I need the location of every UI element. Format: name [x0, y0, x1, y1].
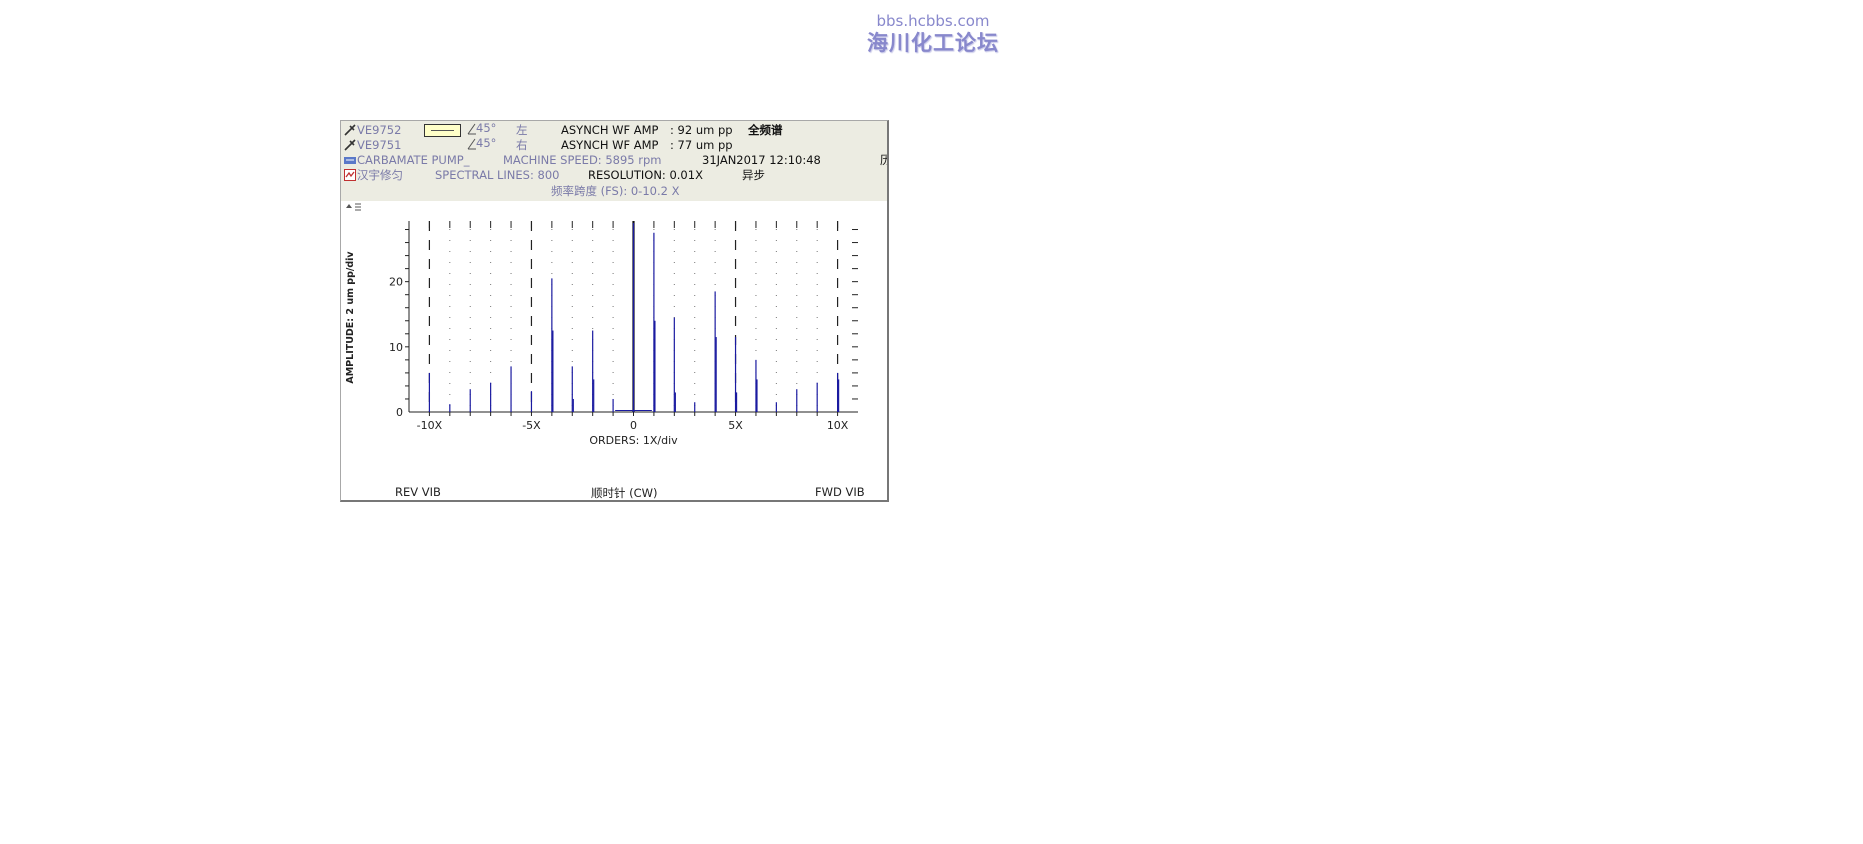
x-axis-title: ORDERS: 1X/div	[589, 434, 678, 447]
frequency-span: 频率跨度 (FS): 0-10.2 X	[551, 184, 680, 198]
footer-fwd-vib: FWD VIB	[815, 485, 865, 499]
probe1-angle: 45°	[476, 121, 497, 135]
watermark-name: 海川化工论坛	[867, 31, 999, 55]
probe2-id: VE9751	[357, 138, 402, 152]
probe1-amp-value: : 92 um pp	[670, 123, 733, 137]
sync-mode: 异步	[742, 168, 765, 182]
legend-swatch	[424, 124, 461, 137]
footer-rev-vib: REV VIB	[395, 485, 441, 499]
x-tick-label: 5X	[728, 419, 743, 432]
machine-name: CARBAMATE PUMP_	[357, 153, 470, 167]
header-cut-text: 历	[880, 153, 887, 167]
probe2-side: 右	[516, 138, 528, 152]
probe2-amp-value: : 77 um pp	[670, 138, 733, 152]
probe2-amp-label: ASYNCH WF AMP	[561, 138, 659, 152]
x-tick-label: -5X	[522, 419, 541, 432]
machine-speed: MACHINE SPEED: 5895 rpm	[503, 153, 662, 167]
x-tick-label: 0	[630, 419, 637, 432]
probe1-side: 左	[516, 123, 528, 137]
spectral-lines: SPECTRAL LINES: 800	[435, 168, 560, 182]
machine-icon	[344, 157, 356, 164]
x-tick-label: 10X	[827, 419, 849, 432]
smoothing-icon	[344, 169, 356, 181]
probe-icon	[344, 139, 356, 151]
probe1-amp-label: ASYNCH WF AMP	[561, 123, 659, 137]
timestamp: 31JAN2017 12:10:48	[702, 153, 821, 167]
spectrum-panel: VE9752 45° 左 ASYNCH WF AMP : 92 um pp 全频…	[340, 120, 889, 502]
probe-icon	[344, 124, 356, 136]
watermark-url: bbs.hcbbs.com	[876, 12, 990, 30]
spectrum-chart: -10X -5X 0 5X 10X 0 10 20 ORDERS: 1X/div AMPLITUD…	[345, 221, 858, 447]
y-tick-label: 0	[396, 406, 403, 419]
y-axis-title: AMPLITUDE: 2 um pp/div	[345, 251, 356, 384]
probe1-id: VE9752	[357, 123, 402, 137]
probe2-angle: 45°	[476, 136, 497, 150]
watermark: bbs.hcbbs.com 海川化工论坛	[838, 12, 1028, 56]
spectrum-type: 全频谱	[748, 123, 783, 137]
smoothing-label: 汉宇修匀	[357, 168, 403, 182]
plot-header: VE9752 45° 左 ASYNCH WF AMP : 92 um pp 全频…	[341, 121, 887, 201]
y-tick-label: 10	[389, 341, 403, 354]
resolution: RESOLUTION: 0.01X	[588, 168, 703, 182]
footer-direction: 顺时针 (CW)	[591, 486, 658, 500]
x-tick-label: -10X	[417, 419, 443, 432]
y-tick-label: 20	[389, 276, 403, 289]
